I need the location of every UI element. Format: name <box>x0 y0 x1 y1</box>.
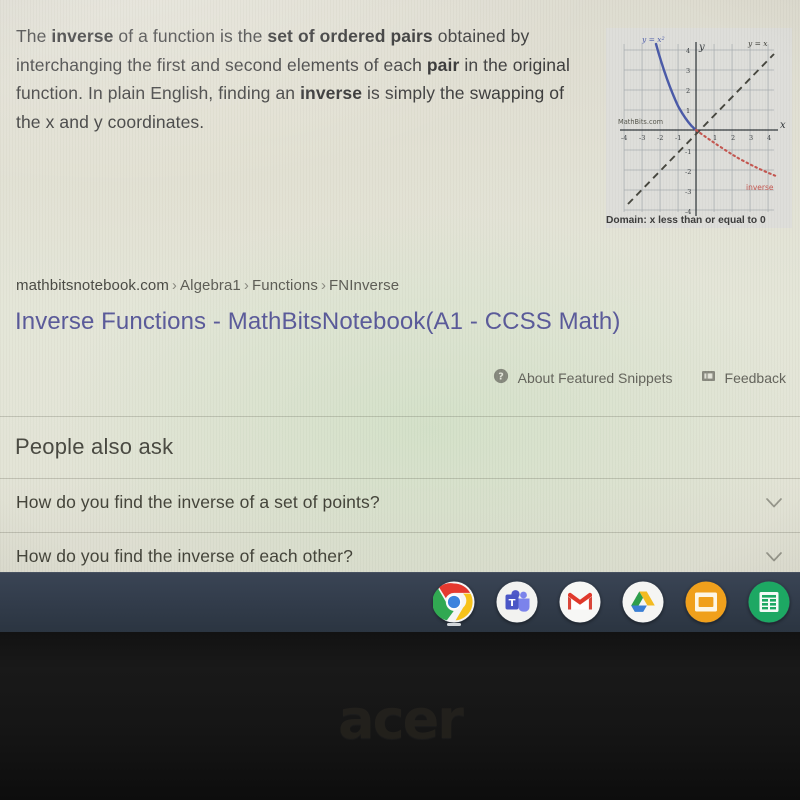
chevron-down-icon[interactable] <box>764 496 784 515</box>
svg-text:2: 2 <box>731 134 735 142</box>
featured-snippet-paragraph: The inverse of a function is the set of … <box>16 22 591 136</box>
google-slides-icon <box>685 581 727 623</box>
svg-text:y: y <box>698 42 705 53</box>
snippet-footer: ? About Featured Snippets Feedback <box>493 368 786 387</box>
svg-text:x: x <box>780 120 786 131</box>
shelf-app-teams[interactable]: T <box>485 572 548 632</box>
shelf-app-sheets[interactable] <box>737 572 800 632</box>
svg-text:3: 3 <box>686 67 690 75</box>
acer-brand-logo: acer <box>338 688 464 751</box>
about-featured-snippets-link[interactable]: ? About Featured Snippets <box>493 368 673 387</box>
chrome-icon <box>431 581 475 623</box>
svg-text:4: 4 <box>767 134 771 142</box>
feedback-label: Feedback <box>724 369 786 386</box>
result-title-link[interactable]: Inverse Functions - MathBitsNotebook(A1 … <box>15 308 620 336</box>
divider-above-paa <box>0 416 800 417</box>
svg-text:y = x: y = x <box>747 39 768 48</box>
chromeos-shelf: T <box>0 572 800 632</box>
laptop-screen: The inverse of a function is the set of … <box>0 0 800 572</box>
snippet-emphasis: set of ordered pairs <box>267 26 433 46</box>
laptop-photo: The inverse of a function is the set of … <box>0 0 800 800</box>
google-drive-icon <box>622 581 664 623</box>
snippet-emphasis: inverse <box>300 83 363 104</box>
breadcrumb[interactable]: mathbitsnotebook.com › Algebra1 › Functions ›… <box>16 277 399 294</box>
snippet-emphasis: inverse <box>51 26 114 46</box>
svg-text:?: ? <box>498 372 504 383</box>
feedback-flag-icon <box>701 369 716 387</box>
svg-text:4: 4 <box>686 47 690 55</box>
laptop-bezel: acer <box>0 632 800 800</box>
svg-text:1: 1 <box>686 107 690 115</box>
snippet-run: of a function is the <box>113 26 268 46</box>
chevron-down-icon[interactable] <box>764 550 784 569</box>
svg-text:inverse: inverse <box>746 183 774 192</box>
shelf-app-drive[interactable] <box>611 572 674 632</box>
svg-text:-3: -3 <box>639 134 645 142</box>
svg-text:-2: -2 <box>657 134 663 142</box>
paa-question-text-0: How do you find the inverse of a set of … <box>16 492 380 512</box>
breadcrumb-host: mathbitsnotebook.com <box>16 277 169 294</box>
paa-question-text-1: How do you find the inverse of each othe… <box>16 546 353 566</box>
shelf-app-slides[interactable] <box>674 572 737 632</box>
svg-text:y = x2: y = x2 <box>641 35 665 44</box>
snippet-run: The <box>16 26 52 46</box>
svg-text:3: 3 <box>749 134 753 142</box>
shelf-app-chrome[interactable] <box>422 572 485 632</box>
shelf-app-list: T <box>0 572 800 632</box>
snippet-emphasis: pair <box>426 54 460 75</box>
breadcrumb-segment-1: Functions <box>252 277 318 294</box>
svg-text:-1: -1 <box>685 148 691 156</box>
breadcrumb-segment-2: FNInverse <box>329 277 400 294</box>
svg-text:T: T <box>508 598 515 609</box>
question-circle-icon: ? <box>493 368 509 387</box>
breadcrumb-separator-2: › <box>320 277 327 294</box>
breadcrumb-separator-0: › <box>171 277 178 294</box>
people-also-ask-heading: People also ask <box>15 434 174 459</box>
about-featured-snippets-label: About Featured Snippets <box>517 369 673 386</box>
browser-page-content: The inverse of a function is the set of … <box>0 0 800 572</box>
gmail-icon <box>559 581 601 623</box>
svg-text:-3: -3 <box>685 188 691 196</box>
svg-text:MathBits.com: MathBits.com <box>618 118 663 126</box>
teams-icon: T <box>496 581 538 623</box>
feedback-link[interactable]: Feedback <box>701 369 786 387</box>
svg-text:1: 1 <box>713 134 717 142</box>
paa-question-row-1[interactable]: How do you find the inverse of each othe… <box>0 532 800 572</box>
paa-question-row-0[interactable]: How do you find the inverse of a set of … <box>0 478 800 532</box>
graph-domain-caption: Domain: x less than or equal to 0 <box>606 215 766 226</box>
google-sheets-icon <box>748 581 790 623</box>
svg-text:-2: -2 <box>685 168 691 176</box>
breadcrumb-separator-1: › <box>243 277 249 294</box>
svg-text:-4: -4 <box>621 134 627 142</box>
svg-text:-1: -1 <box>675 134 681 142</box>
inverse-function-graph[interactable]: -4 -3 -2 -1 12 34 43 21 -1 -2 -3 -4 x y y = … <box>606 28 792 228</box>
active-app-indicator <box>446 623 461 626</box>
shelf-app-gmail[interactable] <box>548 572 611 632</box>
breadcrumb-segment-0: Algebra1 <box>180 277 241 294</box>
svg-text:2: 2 <box>686 87 690 95</box>
